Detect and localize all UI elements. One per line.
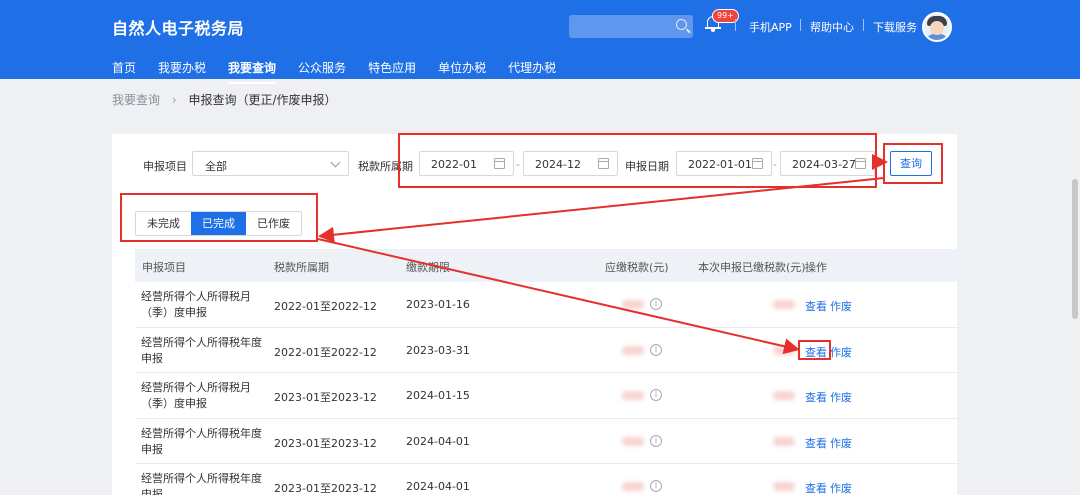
redacted-amount [622,346,644,355]
col-period: 税款所属期 [274,261,329,274]
void-link[interactable]: 作废 [830,389,852,405]
breadcrumb-current: 申报查询（更正/作废申报） [188,93,337,107]
view-link[interactable]: 查看 [805,389,827,405]
annotation-box-view [798,340,831,360]
void-link[interactable]: 作废 [830,480,852,495]
redacted-amount [622,437,644,446]
table-row: 经营所得个人所得税月（季）度申报 2023-01至2023-12 2024-01… [135,373,962,419]
nav-item-query[interactable]: 我要查询 [228,59,277,84]
help-center-link[interactable]: 帮助中心 [810,19,854,35]
scrollbar-thumb[interactable] [1072,179,1078,319]
mobile-app-link[interactable]: 手机APP [749,19,792,35]
row-project: 经营所得个人所得税月（季）度申报 [141,290,251,319]
row-project: 经营所得个人所得税年度申报 [141,336,262,365]
breadcrumb-parent[interactable]: 我要查询 [112,93,160,107]
col-paid-tax: 本次申报已缴税款(元) [698,261,806,274]
table-header: 申报项目 税款所属期 缴款期限 应缴税款(元) 本次申报已缴税款(元) 操作 [135,249,962,282]
row-deadline: 2024-01-15 [406,389,470,402]
row-deadline: 2024-04-01 [406,480,470,493]
chevron-right-icon: › [171,93,177,107]
void-link[interactable]: 作废 [830,435,852,451]
chevron-down-icon [330,157,341,168]
nav-item-tax-handling[interactable]: 我要办税 [158,59,206,76]
view-link[interactable]: 查看 [805,298,827,314]
annotation-box-query [883,143,943,184]
nav-item-home[interactable]: 首页 [112,59,136,76]
col-actions: 操作 [805,261,827,274]
redacted-amount [773,437,795,446]
site-logo[interactable]: 自然人电子税务局 [112,15,244,39]
nav-item-special-apps[interactable]: 特色应用 [368,59,416,76]
search-input[interactable] [569,15,693,38]
nav-item-public-service[interactable]: 公众服务 [298,59,346,76]
info-icon[interactable]: i [650,344,662,356]
nav-item-agent-tax[interactable]: 代理办税 [508,59,556,76]
annotation-box-tabs [120,193,318,242]
redacted-amount [622,300,644,309]
redacted-amount [773,391,795,400]
void-link[interactable]: 作废 [830,344,852,360]
row-project: 经营所得个人所得税月（季）度申报 [141,381,251,410]
search-icon[interactable] [676,19,687,30]
top-header: 自然人电子税务局 99+ 手机APP 帮助中心 下载服务 首页 我要办税 我要查… [0,0,1080,84]
redacted-amount [773,482,795,491]
col-project: 申报项目 [142,261,186,274]
row-project: 经营所得个人所得税年度申报 [141,472,262,495]
view-link[interactable]: 查看 [805,480,827,495]
table-row: 经营所得个人所得税年度申报 2022-01至2022-12 2023-03-31… [135,328,962,373]
row-project: 经营所得个人所得税年度申报 [141,427,262,456]
redacted-amount [773,346,795,355]
page-scrollbar[interactable] [1072,79,1080,495]
redacted-amount [622,482,644,491]
row-period: 2023-01至2023-12 [274,391,377,404]
annotation-box-dates [398,133,877,188]
info-icon[interactable]: i [650,389,662,401]
main-nav: 首页 我要办税 我要查询 公众服务 特色应用 单位办税 代理办税 [112,59,578,84]
row-period: 2023-01至2023-12 [274,437,377,450]
project-label: 申报项目 [143,160,187,173]
view-link[interactable]: 查看 [805,435,827,451]
nav-item-unit-tax[interactable]: 单位办税 [438,59,486,76]
row-deadline: 2023-01-16 [406,298,470,311]
table-row: 经营所得个人所得税年度申报 2023-01至2023-12 2024-04-01… [135,464,962,495]
row-period: 2022-01至2022-12 [274,300,377,313]
info-icon[interactable]: i [650,298,662,310]
project-select[interactable]: 全部 [192,151,349,176]
breadcrumb: 我要查询 › 申报查询（更正/作废申报） [112,91,337,108]
redacted-amount [622,391,644,400]
avatar[interactable] [922,12,952,42]
info-icon[interactable]: i [650,435,662,447]
row-deadline: 2024-04-01 [406,435,470,448]
table-row: 经营所得个人所得税年度申报 2023-01至2023-12 2024-04-01… [135,419,962,464]
redacted-amount [773,300,795,309]
row-period: 2023-01至2023-12 [274,482,377,495]
col-deadline: 缴款期限 [406,261,450,274]
row-deadline: 2023-03-31 [406,344,470,357]
project-select-value: 全部 [205,160,227,173]
divider [800,19,801,31]
divider [735,19,736,31]
download-service-link[interactable]: 下载服务 [873,19,917,35]
divider [863,19,864,31]
col-due-tax: 应缴税款(元) [605,261,669,274]
void-link[interactable]: 作废 [830,298,852,314]
row-period: 2022-01至2022-12 [274,346,377,359]
table-row: 经营所得个人所得税月（季）度申报 2022-01至2022-12 2023-01… [135,282,962,328]
info-icon[interactable]: i [650,480,662,492]
